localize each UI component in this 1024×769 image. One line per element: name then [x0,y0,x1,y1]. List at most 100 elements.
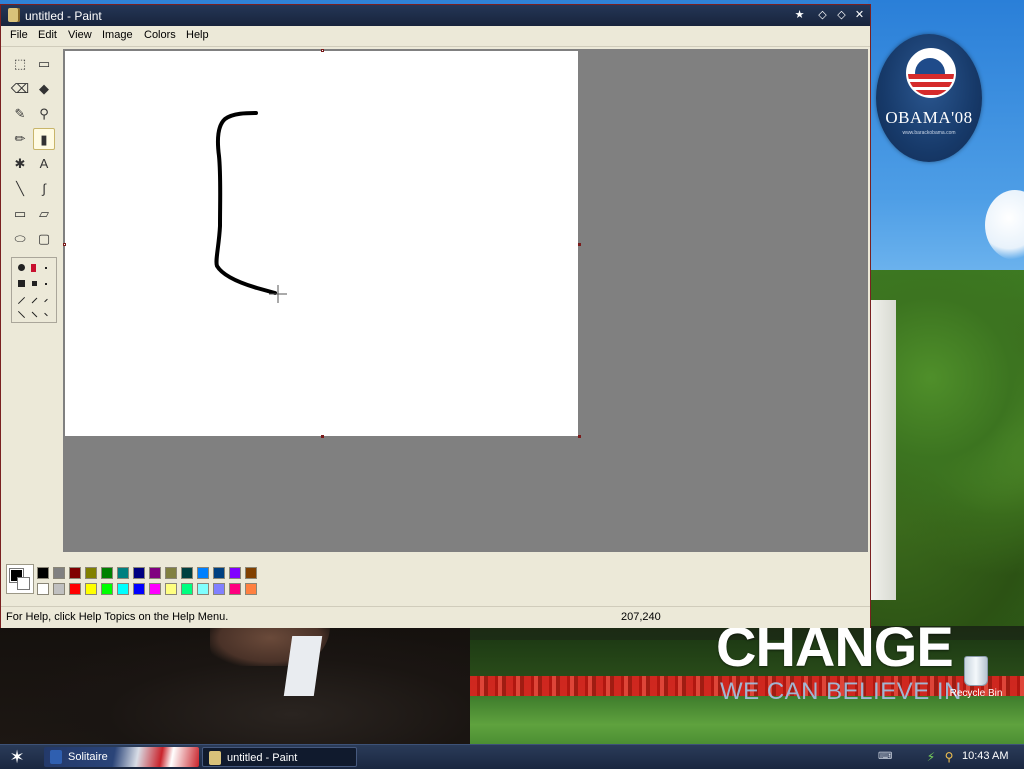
keyboard-tray-icon[interactable]: ⌨ [878,750,892,764]
palette-swatch[interactable] [229,567,241,579]
curve-icon[interactable]: ∫ [33,178,55,200]
search-tray-icon[interactable]: ⚲ [942,750,956,764]
rectangle-icon[interactable]: ▭ [9,203,31,225]
palette-swatch[interactable] [69,567,81,579]
pick-color-icon[interactable]: ✎ [9,103,31,125]
pencil-icon[interactable]: ✏ [9,128,31,150]
palette-swatch[interactable] [165,583,177,595]
brush-shape-round-small[interactable] [45,267,47,269]
palette-swatch[interactable] [181,583,193,595]
palette-swatch[interactable] [213,567,225,579]
brush-stroke [214,111,277,295]
taskbar: ✶ Solitaire untitled - Paint ⌨ ⚡ ⚲ 10:43… [0,744,1024,769]
drawing-canvas[interactable] [65,51,578,436]
status-bar: For Help, click Help Topics on the Help … [1,606,870,628]
menu-view[interactable]: View [68,29,92,41]
ellipse-icon[interactable]: ⬭ [9,228,31,250]
menu-colors[interactable]: Colors [144,29,176,41]
palette-swatch[interactable] [101,583,113,595]
pin-window-button[interactable]: ★ [792,8,807,23]
wallpaper-white-house [868,300,896,600]
palette-swatch[interactable] [197,567,209,579]
task-solitaire[interactable]: Solitaire [44,747,199,767]
palette-swatch[interactable] [181,567,193,579]
resize-handle-left [63,243,66,246]
task-paint[interactable]: untitled - Paint [202,747,357,767]
palette-swatch[interactable] [149,567,161,579]
brush-shape-slash-large[interactable] [17,296,26,305]
palette-swatch[interactable] [37,567,49,579]
palette-swatch[interactable] [85,583,97,595]
palette-swatch[interactable] [133,583,145,595]
palette-swatch[interactable] [229,583,241,595]
palette-swatch[interactable] [85,567,97,579]
solitaire-icon [50,750,62,764]
recycle-bin-label: Recycle Bin [949,688,1003,699]
brush-shape-selected[interactable] [31,264,36,272]
brush-shape-slash-small[interactable] [44,298,48,303]
canvas-drawing [214,111,287,303]
polygon-icon[interactable]: ▱ [33,203,55,225]
resize-handle-bottom[interactable] [321,435,324,438]
line-icon[interactable]: ╲ [9,178,31,200]
palette-swatch[interactable] [149,583,161,595]
close-button[interactable]: ✕ [852,8,867,23]
palette-swatch[interactable] [117,583,129,595]
recycle-bin-shortcut[interactable]: Recycle Bin [944,656,1008,699]
start-button[interactable]: ✶ [6,747,28,767]
brush-shape-square-medium[interactable] [32,281,37,286]
menu-help[interactable]: Help [186,29,209,41]
eraser-icon[interactable]: ⌫ [9,78,31,100]
color-box [1,554,870,600]
brush-shape-square-small[interactable] [45,283,47,285]
palette-swatch[interactable] [53,583,65,595]
palette-swatch[interactable] [213,583,225,595]
window-title: untitled - Paint [25,9,102,23]
resize-handle-right[interactable] [578,243,581,246]
palette-swatch[interactable] [245,583,257,595]
brush-shape-backslash-small[interactable] [44,312,48,317]
airbrush-icon[interactable]: ✱ [9,153,31,175]
brush-shape-backslash-large[interactable] [17,310,26,319]
paint-app-icon[interactable] [8,8,20,22]
palette-swatch[interactable] [133,567,145,579]
palette-swatch[interactable] [117,567,129,579]
brush-shape-round-large[interactable] [18,264,25,271]
minimize-button[interactable]: ◇ [815,8,830,23]
cursor-coordinates: 207,240 [621,611,661,623]
menu-file[interactable]: File [10,29,28,41]
fill-with-color-icon[interactable]: ◆ [33,78,55,100]
brush-shape-square-large[interactable] [18,280,25,287]
palette-swatch[interactable] [53,567,65,579]
rounded-rectangle-icon[interactable]: ▢ [33,228,55,250]
clock[interactable]: 10:43 AM [962,750,1008,762]
brush-shape-slash-medium[interactable] [31,297,38,304]
palette-swatch[interactable] [245,567,257,579]
tool-options-panel[interactable] [11,257,57,323]
slogan-sub: WE CAN BELIEVE IN [720,678,962,705]
brush-shape-backslash-medium[interactable] [31,311,38,318]
text-icon[interactable]: A [33,153,55,175]
resize-handle-corner[interactable] [578,435,581,438]
title-bar[interactable]: untitled - Paint ★ ◇ ◇ ✕ [1,5,870,26]
tool-box: ⬚ ▭ ⌫ ◆ ✎ ⚲ ✏ ▮ ✱ A ╲ ∫ ▭ ▱ ⬭ ▢ [3,49,61,552]
palette-swatch[interactable] [69,583,81,595]
palette-swatch[interactable] [165,567,177,579]
free-form-select-icon[interactable]: ⬚ [9,53,31,75]
brush-icon[interactable]: ▮ [33,128,55,150]
palette-swatch[interactable] [197,583,209,595]
magnifier-icon[interactable]: ⚲ [33,103,55,125]
select-icon[interactable]: ▭ [33,53,55,75]
palette-swatch[interactable] [101,567,113,579]
canvas-work-area[interactable] [63,49,868,552]
menu-edit[interactable]: Edit [38,29,57,41]
resize-handle-top [321,49,324,52]
network-tray-icon[interactable]: ⚡ [924,750,938,764]
menu-image[interactable]: Image [102,29,133,41]
palette-swatch[interactable] [37,583,49,595]
menu-bar: File Edit View Image Colors Help [1,26,870,47]
maximize-button[interactable]: ◇ [834,8,849,23]
crosshair-cursor-icon [269,285,287,303]
status-help-text: For Help, click Help Topics on the Help … [6,611,229,623]
background-color [17,577,30,590]
